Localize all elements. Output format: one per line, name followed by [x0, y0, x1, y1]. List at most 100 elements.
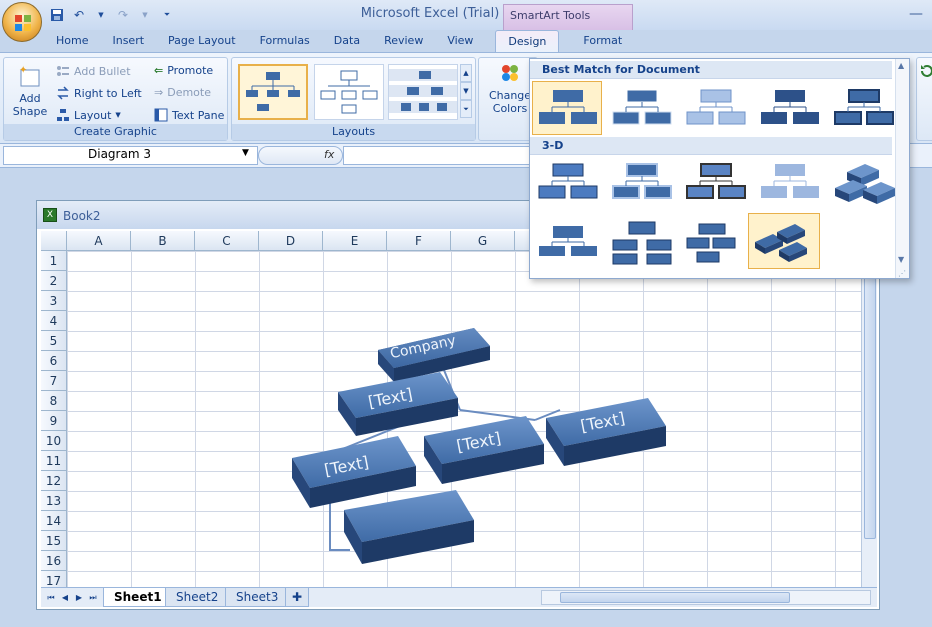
style-3d-sunset[interactable] [532, 213, 602, 267]
layouts-scroll-up-icon[interactable]: ▲ [460, 64, 472, 82]
add-shape-button[interactable]: ✦ Add Shape [8, 64, 52, 118]
row-header[interactable]: 3 [41, 291, 67, 311]
row-header[interactable]: 11 [41, 451, 67, 471]
styles-gallery-scrollbar[interactable]: ▲ ▼ [895, 59, 909, 278]
change-colors-button[interactable]: Change Colors [485, 62, 535, 115]
horizontal-scroll-thumb[interactable] [560, 592, 790, 603]
style-3d-flat-scene[interactable] [680, 213, 750, 267]
styles-scroll-down-icon[interactable]: ▼ [898, 255, 904, 264]
tab-view[interactable]: View [435, 30, 485, 52]
diagram-node-text-3[interactable]: [Text] [424, 416, 544, 484]
first-sheet-icon[interactable]: ⏮ [45, 591, 57, 604]
tab-page-layout[interactable]: Page Layout [156, 30, 248, 52]
sheet-tab-sheet1[interactable]: Sheet1 [103, 588, 173, 607]
customize-qat-icon[interactable]: ⏷ [158, 7, 176, 23]
styles-scroll-up-icon[interactable]: ▲ [898, 61, 904, 70]
style-3d-inset[interactable] [606, 157, 676, 211]
style-3d-cartoon[interactable] [680, 157, 750, 211]
row-header[interactable]: 4 [41, 311, 67, 331]
row-header[interactable]: 15 [41, 531, 67, 551]
layout-thumb-org-outline[interactable] [314, 64, 384, 120]
next-sheet-icon[interactable]: ▶ [73, 591, 85, 604]
row-header[interactable]: 8 [41, 391, 67, 411]
smartart-diagram[interactable]: Company [Text] [Text] [Text] [Text] [290, 320, 670, 570]
row-header[interactable]: 1 [41, 251, 67, 271]
add-shape-icon: ✦ [19, 65, 40, 87]
promote-button[interactable]: ⇐ Promote [154, 64, 213, 77]
style-intense-effect[interactable] [828, 81, 898, 135]
insert-sheet-icon[interactable]: ✚ [285, 588, 310, 607]
row-header[interactable]: 9 [41, 411, 67, 431]
tab-data[interactable]: Data [322, 30, 372, 52]
vertical-scrollbar[interactable] [861, 231, 877, 587]
layouts-more-icon[interactable]: ⏷ [460, 100, 472, 118]
tab-insert[interactable]: Insert [100, 30, 156, 52]
style-3d-brick-scene[interactable] [828, 157, 898, 211]
style-simple-fill[interactable] [532, 81, 602, 135]
demote-button[interactable]: ⇒ Demote [154, 86, 211, 99]
row-header[interactable]: 7 [41, 371, 67, 391]
column-header[interactable]: G [451, 231, 515, 251]
style-3d-polished[interactable] [532, 157, 602, 211]
column-header[interactable]: B [131, 231, 195, 251]
tab-design[interactable]: Design [495, 30, 560, 52]
select-all-corner[interactable] [41, 231, 67, 251]
undo-dropdown-icon[interactable]: ▼ [92, 7, 110, 23]
redo-icon[interactable]: ↷ [114, 7, 132, 23]
column-header[interactable]: A [67, 231, 131, 251]
formula-input[interactable] [343, 146, 533, 165]
style-subtle-effect[interactable] [680, 81, 750, 135]
office-button[interactable] [2, 2, 42, 42]
column-header[interactable]: D [259, 231, 323, 251]
diagram-node-text-1[interactable]: [Text] [338, 372, 458, 436]
column-header[interactable]: C [195, 231, 259, 251]
row-header[interactable]: 17 [41, 571, 67, 587]
diagram-node-text-4[interactable]: [Text] [546, 398, 666, 466]
row-header[interactable]: 6 [41, 351, 67, 371]
horizontal-scrollbar[interactable] [541, 590, 871, 605]
vertical-scroll-thumb[interactable] [864, 249, 876, 539]
diagram-node-text-2[interactable]: [Text] [292, 436, 416, 508]
layout-thumb-labeled-hierarchy[interactable] [388, 64, 458, 120]
row-header[interactable]: 13 [41, 491, 67, 511]
resize-grip-icon[interactable]: ⋰ [898, 269, 906, 278]
insert-function-icon[interactable]: fx [324, 148, 334, 161]
ribbon-tabs: Home Insert Page Layout Formulas Data Re… [44, 30, 634, 52]
undo-icon[interactable]: ↶ [70, 7, 88, 23]
row-header[interactable]: 16 [41, 551, 67, 571]
last-sheet-icon[interactable]: ⏭ [87, 591, 99, 604]
row-header[interactable]: 12 [41, 471, 67, 491]
style-3d-powder[interactable] [754, 157, 824, 211]
style-white-outline[interactable] [606, 81, 676, 135]
right-to-left-button[interactable]: Right to Left [56, 86, 142, 100]
sheet-tab-sheet3[interactable]: Sheet3 [225, 588, 290, 607]
style-moderate-effect[interactable] [754, 81, 824, 135]
diagram-node-empty[interactable] [344, 490, 474, 564]
prev-sheet-icon[interactable]: ◀ [59, 591, 71, 604]
name-box-dropdown-icon[interactable]: ▼ [242, 148, 249, 158]
save-icon[interactable] [48, 7, 66, 23]
tab-review[interactable]: Review [372, 30, 435, 52]
style-3d-bird-eye[interactable] [606, 213, 676, 267]
column-header[interactable]: F [387, 231, 451, 251]
layout-thumb-hierarchy[interactable] [238, 64, 308, 120]
redo-dropdown-icon[interactable]: ▼ [136, 7, 154, 23]
reset-graphic-icon[interactable] [920, 64, 932, 78]
style-3d-metallic-scene[interactable] [748, 213, 820, 269]
text-pane-button[interactable]: Text Pane [154, 108, 224, 122]
row-header[interactable]: 5 [41, 331, 67, 351]
column-header[interactable]: E [323, 231, 387, 251]
layouts-scroll-down-icon[interactable]: ▼ [460, 82, 472, 100]
layout-button[interactable]: Layout ▼ [56, 108, 121, 122]
tab-formulas[interactable]: Formulas [248, 30, 322, 52]
right-to-left-label: Right to Left [74, 86, 142, 100]
change-colors-label: Change Colors [488, 89, 532, 115]
minimize-icon[interactable]: — [906, 6, 926, 22]
sheet-tab-sheet2[interactable]: Sheet2 [165, 588, 230, 607]
tab-home[interactable]: Home [44, 30, 100, 52]
add-bullet-button[interactable]: Add Bullet [56, 64, 131, 78]
tab-format[interactable]: Format [571, 30, 634, 52]
row-header[interactable]: 10 [41, 431, 67, 451]
row-header[interactable]: 14 [41, 511, 67, 531]
row-header[interactable]: 2 [41, 271, 67, 291]
